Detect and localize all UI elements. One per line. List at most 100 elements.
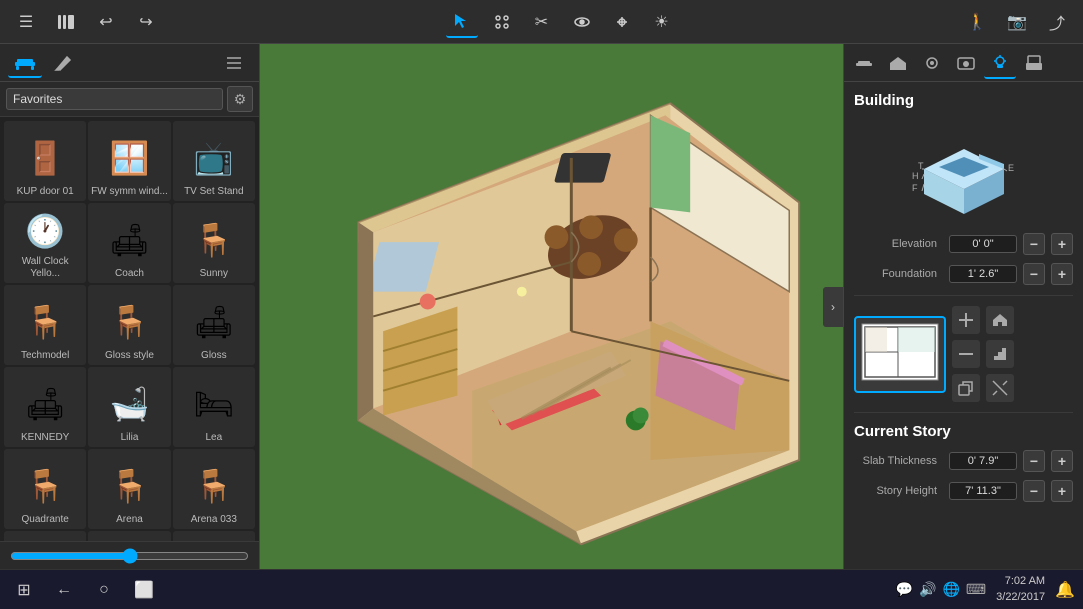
- item-item-18[interactable]: 🎨: [173, 531, 255, 541]
- export-icon[interactable]: ⤴: [1041, 6, 1073, 38]
- floor-add-icon[interactable]: [952, 306, 980, 334]
- rtab-photo[interactable]: [950, 47, 982, 79]
- favorites-dropdown[interactable]: Favorites: [6, 88, 223, 110]
- foundation-label: Foundation: [854, 268, 943, 280]
- back-button[interactable]: ←: [48, 574, 80, 606]
- zoom-slider[interactable]: [10, 548, 249, 564]
- item-icon-tv-set-stand: 📺: [184, 132, 244, 184]
- view-tool[interactable]: [566, 6, 598, 38]
- item-gloss-style[interactable]: 🪑Gloss style: [88, 285, 170, 365]
- story-height-minus-btn[interactable]: −: [1023, 480, 1045, 502]
- item-sunny[interactable]: 🪑Sunny: [173, 203, 255, 283]
- item-arena-033[interactable]: 🪑Arena 033: [173, 449, 255, 529]
- building-3d-preview: T H F E: [854, 119, 1073, 219]
- foundation-input[interactable]: [949, 265, 1017, 283]
- floor-remove-icon[interactable]: [952, 340, 980, 368]
- fp-icon-row-2: [952, 340, 1014, 368]
- canvas-expand-arrow[interactable]: ›: [823, 287, 843, 327]
- keyboard-icon[interactable]: ⌨: [966, 581, 986, 598]
- camera-icon[interactable]: 📷: [1001, 6, 1033, 38]
- item-wall-clock[interactable]: 🕐Wall Clock Yello...: [4, 203, 86, 283]
- rtab-light[interactable]: [984, 47, 1016, 79]
- network-icon[interactable]: 🌐: [942, 581, 959, 598]
- taskbar-right: 💬 🔊 🌐 ⌨ 7:02 AM 3/22/2017 🔔: [896, 574, 1075, 605]
- item-lilia[interactable]: 🛁Lilia: [88, 367, 170, 447]
- item-icon-wall-clock: 🕐: [15, 207, 75, 254]
- item-tv-set-stand[interactable]: 📺 TV Set Stand: [173, 121, 255, 201]
- rtab-build[interactable]: [1018, 47, 1050, 79]
- item-arena[interactable]: 🪑Arena: [88, 449, 170, 529]
- svg-text:F: F: [912, 183, 918, 193]
- story-height-plus-btn[interactable]: +: [1051, 480, 1073, 502]
- elevation-plus-btn[interactable]: +: [1051, 233, 1073, 255]
- canvas-area[interactable]: ›: [260, 44, 843, 569]
- item-label-lilia: Lilia: [121, 432, 139, 444]
- slab-minus-btn[interactable]: −: [1023, 450, 1045, 472]
- menu-icon[interactable]: ☰: [10, 6, 42, 38]
- item-label-sunny: Sunny: [200, 268, 228, 280]
- item-quadrante[interactable]: 🪑Quadrante: [4, 449, 86, 529]
- library-icon[interactable]: [50, 6, 82, 38]
- rtab-decor[interactable]: [916, 47, 948, 79]
- notification-icon[interactable]: 🔔: [1055, 580, 1075, 600]
- slab-plus-btn[interactable]: +: [1051, 450, 1073, 472]
- top-toolbar: ☰ ↩ ↪ ✂ ☀ 🚶 📷 ⤴: [0, 0, 1083, 44]
- story-height-input[interactable]: [949, 482, 1017, 500]
- rtab-furniture[interactable]: [848, 47, 880, 79]
- right-panel: Building T H F: [843, 44, 1083, 569]
- floor-stairs-icon[interactable]: [986, 340, 1014, 368]
- cut-tool[interactable]: ✂: [526, 6, 558, 38]
- item-kup-door[interactable]: 🚪 KUP door 01: [4, 121, 86, 201]
- tab-list[interactable]: [217, 48, 251, 78]
- gear-icon[interactable]: ⚙: [227, 86, 253, 112]
- item-icon-techmodel: 🪑: [15, 296, 75, 348]
- item-label-arena: Arena: [116, 514, 143, 526]
- foundation-minus-btn[interactable]: −: [1023, 263, 1045, 285]
- elevation-input[interactable]: [949, 235, 1017, 253]
- sun-tool[interactable]: ☀: [646, 6, 678, 38]
- floor-home-icon[interactable]: [986, 306, 1014, 334]
- current-story-title: Current Story: [854, 423, 1073, 440]
- undo-icon[interactable]: ↩: [90, 6, 122, 38]
- item-kennedy[interactable]: 🛋KENNEDY: [4, 367, 86, 447]
- tab-draw[interactable]: [46, 48, 80, 78]
- floor-resize-icon[interactable]: [986, 374, 1014, 402]
- item-label-tv-set-stand: TV Set Stand: [184, 186, 243, 198]
- tab-furniture[interactable]: [8, 48, 42, 78]
- item-techmodel[interactable]: 🪑Techmodel: [4, 285, 86, 365]
- volume-icon[interactable]: 🔊: [919, 581, 936, 598]
- objects-tool[interactable]: [486, 6, 518, 38]
- item-gloss[interactable]: 🛋Gloss: [173, 285, 255, 365]
- floor-copy-icon[interactable]: [952, 374, 980, 402]
- slab-thickness-label: Slab Thickness: [854, 455, 943, 467]
- item-item-17[interactable]: 📦: [88, 531, 170, 541]
- select-tool[interactable]: [446, 6, 478, 38]
- item-label-kup-door: KUP door 01: [17, 186, 74, 198]
- item-icon-quadrante: 🪑: [15, 460, 75, 512]
- item-item-16[interactable]: 🪑: [4, 531, 86, 541]
- elevation-row: Elevation − +: [854, 233, 1073, 255]
- item-fw-symm-wind[interactable]: 🪟FW symm wind...: [88, 121, 170, 201]
- chat-icon[interactable]: 💬: [896, 581, 913, 598]
- foundation-plus-btn[interactable]: +: [1051, 263, 1073, 285]
- taskbar: ⊞ ← ○ ⬜ 💬 🔊 🌐 ⌨ 7:02 AM 3/22/2017 🔔: [0, 569, 1083, 609]
- item-icon-gloss-style: 🪑: [99, 296, 159, 348]
- rtab-structure[interactable]: [882, 47, 914, 79]
- home-button[interactable]: ○: [88, 574, 120, 606]
- start-button[interactable]: ⊞: [8, 574, 40, 606]
- items-grid: 🚪 KUP door 01 🪟FW symm wind... 📺 TV Set Stan…: [0, 117, 259, 541]
- item-icon-gloss: 🛋: [184, 296, 244, 348]
- slab-thickness-row: Slab Thickness − +: [854, 450, 1073, 472]
- clock-time: 7:02 AM: [996, 574, 1045, 589]
- elevation-minus-btn[interactable]: −: [1023, 233, 1045, 255]
- slab-thickness-input[interactable]: [949, 452, 1017, 470]
- person-icon[interactable]: 🚶: [961, 6, 993, 38]
- floor-plan-thumbnail[interactable]: [854, 316, 946, 393]
- redo-icon[interactable]: ↪: [130, 6, 162, 38]
- snap-tool[interactable]: [606, 6, 638, 38]
- item-icon-kup-door: 🚪: [15, 132, 75, 184]
- windows-button[interactable]: ⬜: [128, 574, 160, 606]
- item-lea[interactable]: 🛏Lea: [173, 367, 255, 447]
- divider-1: [854, 295, 1073, 296]
- item-coach[interactable]: 🛋Coach: [88, 203, 170, 283]
